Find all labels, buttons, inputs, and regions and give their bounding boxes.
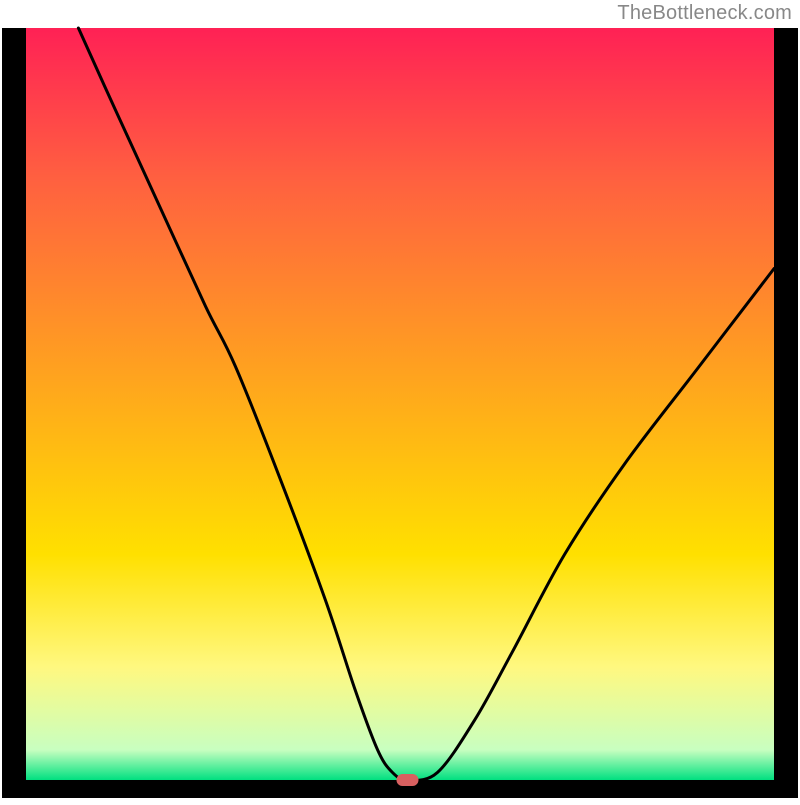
plot-background: [26, 28, 774, 780]
bottleneck-chart: [0, 0, 800, 800]
optimal-marker: [396, 774, 418, 786]
frame-side: [774, 28, 798, 798]
attribution-text: TheBottleneck.com: [617, 2, 792, 25]
frame-side: [2, 28, 26, 798]
chart-svg: [0, 0, 800, 800]
